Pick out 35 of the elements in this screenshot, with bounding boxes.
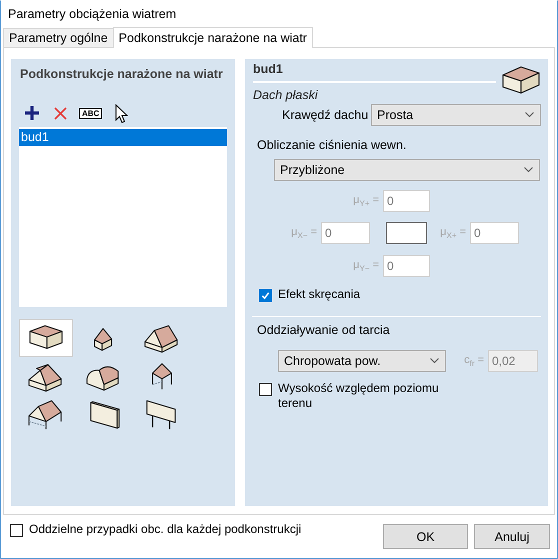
add-icon[interactable] xyxy=(25,106,39,120)
checkbox-label: Wysokość względem poziomu terenu xyxy=(278,381,440,411)
window-title: Parametry obciążenia wiatrem xyxy=(7,6,178,23)
dialog-button[interactable]: OK xyxy=(383,524,468,549)
checkbox-label: Efekt skręcania xyxy=(278,287,360,302)
section-label: Obliczanie ciśnienia wewn. xyxy=(257,138,408,152)
coefficient-label: c$_{fr}$ = xyxy=(463,354,485,368)
dialog-button[interactable]: Anuluj xyxy=(474,524,550,549)
dropdown[interactable]: Przybliżone xyxy=(274,159,540,181)
section-label: Oddziaływanie od tarcia xyxy=(257,323,391,337)
mouse-pointer-icon xyxy=(115,104,128,124)
coefficient-label: μ$_{Y+}$ = xyxy=(352,194,380,208)
coefficient-label: μ$_{Y−}$ = xyxy=(352,259,380,273)
tab[interactable]: Parametry ogólne xyxy=(3,28,114,47)
delete-icon[interactable] xyxy=(54,106,67,120)
dropdown[interactable]: Prosta xyxy=(371,104,541,126)
panel-heading: Podkonstrukcje narażone na wiatr xyxy=(20,67,224,81)
caret-icon xyxy=(524,167,533,173)
checkbox[interactable] xyxy=(259,289,272,302)
checkbox[interactable] xyxy=(259,383,272,396)
dropdown[interactable]: Chropowata pow. xyxy=(278,350,446,372)
rename-icon[interactable]: ABC xyxy=(79,108,102,118)
caret-icon xyxy=(525,112,534,118)
checkbox[interactable] xyxy=(10,524,23,537)
checkbox-label: Oddzielne przypadki obc. dla każdej podkonstrukcji xyxy=(29,522,302,537)
list-item[interactable]: bud1 xyxy=(19,129,227,146)
building-type-button[interactable] xyxy=(19,319,73,357)
coefficient-label: μ$_{X+}$ = xyxy=(439,226,467,240)
roof-type-label: Dach płaski xyxy=(253,88,319,102)
coefficient-label: μ$_{X−}$ = xyxy=(290,226,318,240)
field-label: Krawędź dachu xyxy=(282,108,370,122)
tab[interactable]: Podkonstrukcje narażone na wiatr xyxy=(112,27,313,48)
structure-name: bud1 xyxy=(253,62,284,77)
caret-icon xyxy=(430,358,439,364)
plan-view-box xyxy=(386,222,427,244)
